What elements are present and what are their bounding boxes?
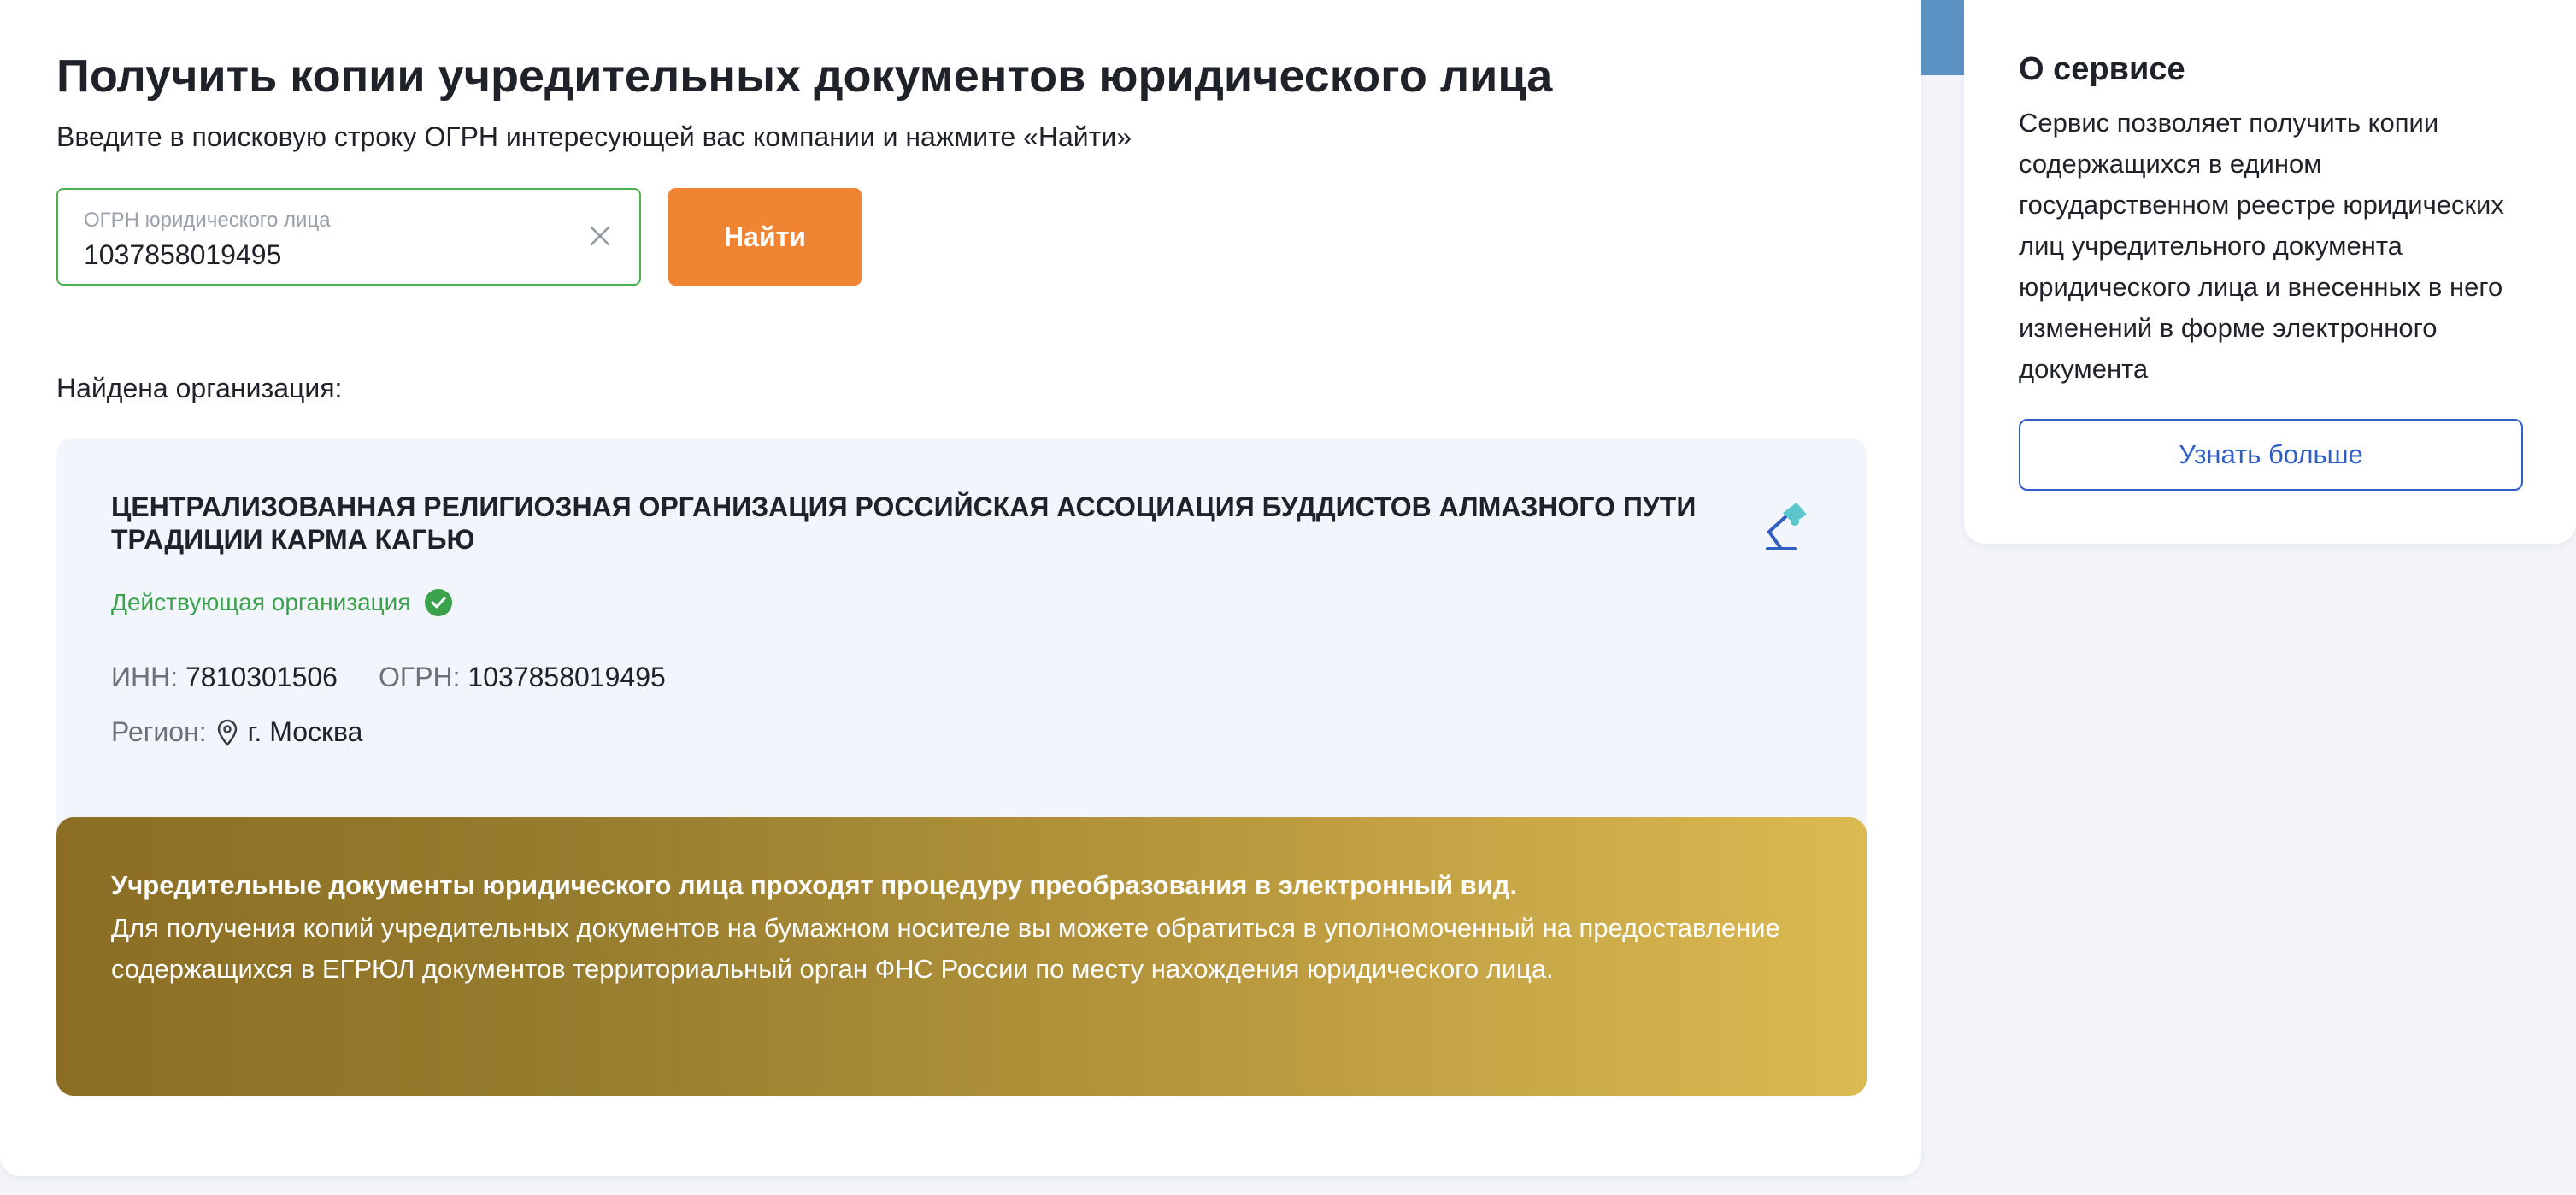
ogrn-value: 1037858019495 (468, 662, 666, 692)
region-label: Регион: (111, 716, 207, 747)
lamp-icon[interactable] (1762, 501, 1810, 552)
inn-field: ИНН: 7810301506 (111, 662, 338, 693)
check-circle-icon (424, 588, 453, 617)
ogrn-search-field[interactable]: ОГРН юридического лица (56, 188, 641, 286)
inn-label: ИНН: (111, 662, 179, 692)
conversion-notice: Учредительные документы юридического лиц… (56, 817, 1867, 1096)
ogrn-input[interactable] (84, 236, 562, 274)
close-icon[interactable] (586, 222, 614, 250)
about-service-card: О сервисе Сервис позволяет получить копи… (1964, 0, 2576, 544)
page-title: Получить копии учредительных документов … (56, 50, 1553, 102)
ogrn-label: ОГРН: (378, 662, 461, 692)
inn-value: 7810301506 (185, 662, 338, 692)
learn-more-button[interactable]: Узнать больше (2019, 419, 2523, 491)
about-service-title: О сервисе (2019, 51, 2185, 87)
status-text: Действующая организация (111, 589, 411, 615)
found-organization-label: Найдена организация: (56, 373, 343, 403)
find-button[interactable]: Найти (668, 188, 862, 286)
region-field: Регион: г. Москва (111, 716, 362, 748)
about-service-text: Сервис позволяет получить копии содержащ… (2019, 108, 2504, 384)
page-subtitle: Введите в поисковую строку ОГРН интересу… (56, 121, 1132, 152)
main-card: Получить копии учредительных документов … (0, 0, 1921, 1176)
region-value: г. Москва (247, 716, 363, 747)
notice-text: Для получения копий учредительных докуме… (111, 913, 1780, 984)
search-label: ОГРН юридического лица (84, 209, 331, 232)
map-pin-icon (215, 719, 239, 746)
ogrn-field: ОГРН: 1037858019495 (379, 662, 666, 693)
notice-title: Учредительные документы юридического лиц… (111, 870, 1518, 900)
organization-status: Действующая организация (111, 588, 453, 617)
organization-name: ЦЕНТРАЛИЗОВАННАЯ РЕЛИГИОЗНАЯ ОРГАНИЗАЦИЯ… (111, 492, 1697, 555)
organization-ids: ИНН: 7810301506 ОГРН: 1037858019495 (111, 662, 666, 693)
organization-card: ЦЕНТРАЛИЗОВАННАЯ РЕЛИГИОЗНАЯ ОРГАНИЗАЦИЯ… (56, 438, 1867, 1096)
